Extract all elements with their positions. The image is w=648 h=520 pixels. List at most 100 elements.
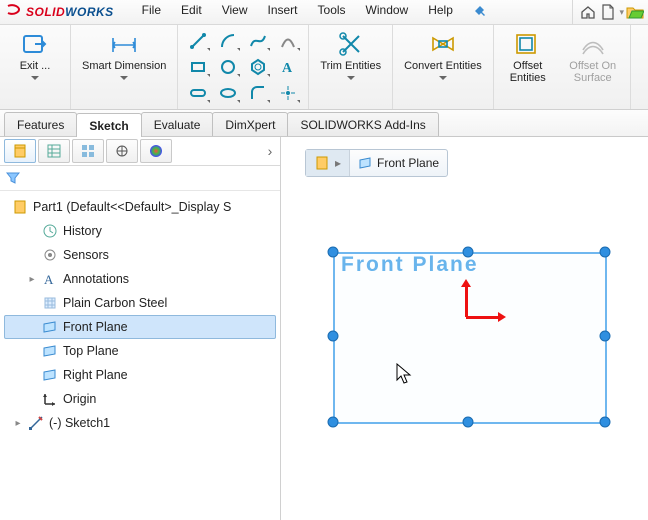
circle-tool-icon[interactable] — [214, 55, 242, 79]
breadcrumb-plane-label: Front Plane — [377, 156, 439, 170]
tree-item-right-plane[interactable]: Right Plane — [4, 363, 276, 387]
plane-icon — [358, 156, 372, 170]
home-icon[interactable] — [579, 3, 597, 21]
fm-tab-display[interactable] — [140, 139, 172, 163]
spline-tool-icon[interactable] — [244, 29, 272, 53]
point-tool-icon[interactable] — [274, 81, 302, 105]
tree-item-label: (-) Sketch1 — [49, 416, 110, 430]
tree-item-plain-carbon-steel[interactable]: Plain Carbon Steel — [4, 291, 276, 315]
handle-icon[interactable] — [328, 331, 339, 342]
text-tool-icon[interactable]: A — [274, 55, 302, 79]
tab-evaluate[interactable]: Evaluate — [141, 112, 214, 136]
chevron-down-icon — [439, 76, 447, 80]
tab-sketch[interactable]: Sketch — [76, 113, 141, 137]
handle-icon[interactable] — [328, 417, 339, 428]
tab-dimxpert[interactable]: DimXpert — [212, 112, 288, 136]
tree-item-top-plane[interactable]: Top Plane — [4, 339, 276, 363]
logo-text: SOLIDWORKS — [26, 5, 114, 19]
handle-icon[interactable] — [328, 247, 339, 258]
offset-on-surface-label: Offset On Surface — [567, 60, 619, 84]
tree-item--sketch1[interactable]: ▸ (-) Sketch1 — [4, 411, 276, 435]
open-icon[interactable] — [626, 3, 644, 21]
expand-caret-icon[interactable]: ▸ — [13, 418, 23, 429]
breadcrumb-chip[interactable]: ▸ Front Plane — [305, 149, 448, 177]
origin-icon — [41, 390, 59, 408]
fm-tab-property[interactable] — [38, 139, 70, 163]
command-tabs: Features Sketch Evaluate DimXpert SOLIDW… — [0, 110, 648, 137]
menu-view[interactable]: View — [212, 0, 258, 25]
fm-tab-dimxpert[interactable] — [106, 139, 138, 163]
menu-bar: File Edit View Insert Tools Window Help — [132, 0, 501, 25]
handle-icon[interactable] — [463, 417, 474, 428]
rectangle-tool-icon[interactable] — [184, 55, 212, 79]
feature-tree: Part1 (Default<<Default>_Display S Histo… — [0, 191, 280, 520]
breadcrumb-plane[interactable]: Front Plane — [350, 150, 447, 176]
feature-manager-tabs: › — [0, 137, 280, 166]
expand-caret-icon[interactable]: ▸ — [27, 274, 37, 285]
slot-tool-icon[interactable] — [184, 81, 212, 105]
feature-filter[interactable] — [0, 166, 280, 191]
fm-expand-button[interactable]: › — [260, 143, 280, 159]
pin-icon[interactable] — [463, 0, 501, 25]
handle-icon[interactable] — [463, 247, 474, 258]
handle-icon[interactable] — [600, 247, 611, 258]
tree-item-label: Plain Carbon Steel — [63, 296, 167, 310]
tree-item-label: Right Plane — [63, 368, 128, 382]
tab-features[interactable]: Features — [4, 112, 77, 136]
sketch-icon — [27, 414, 45, 432]
menu-edit[interactable]: Edit — [171, 0, 212, 25]
convert-entities-label: Convert Entities — [404, 60, 482, 72]
ellipse-tool-icon[interactable] — [214, 81, 242, 105]
fm-tab-config[interactable] — [72, 139, 104, 163]
tree-root[interactable]: Part1 (Default<<Default>_Display S — [4, 195, 276, 219]
tree-item-sensors[interactable]: Sensors — [4, 243, 276, 267]
tree-item-origin[interactable]: Origin — [4, 387, 276, 411]
ribbon-group-dimension: Smart Dimension — [71, 25, 178, 109]
chevron-down-icon — [347, 76, 355, 80]
new-doc-icon[interactable] — [599, 3, 617, 21]
plane-icon — [41, 318, 59, 336]
smart-dimension-label: Smart Dimension — [82, 60, 166, 72]
filter-icon — [6, 171, 20, 185]
polygon-tool-icon[interactable] — [244, 55, 272, 79]
arc-tool-icon[interactable] — [214, 29, 242, 53]
menu-help[interactable]: Help — [418, 0, 463, 25]
fillet-tool-icon[interactable] — [244, 81, 272, 105]
exit-sketch-label: Exit ... — [20, 60, 51, 72]
menu-window[interactable]: Window — [356, 0, 419, 25]
tree-item-annotations[interactable]: ▸AAnnotations — [4, 267, 276, 291]
tree-item-label: Sensors — [63, 248, 109, 262]
tree-item-label: Annotations — [63, 272, 129, 286]
plane-boundary[interactable] — [333, 252, 607, 424]
exit-sketch-button[interactable]: Exit ... — [7, 29, 63, 83]
menu-insert[interactable]: Insert — [258, 0, 308, 25]
conic-tool-icon[interactable] — [274, 29, 302, 53]
trim-entities-button[interactable]: Trim Entities — [315, 29, 386, 83]
tree-item-front-plane[interactable]: Front Plane — [4, 315, 276, 339]
handle-icon[interactable] — [600, 417, 611, 428]
graphics-area[interactable]: ▸ Front Plane Front Plane — [281, 137, 648, 520]
convert-entities-button[interactable]: Convert Entities — [399, 29, 487, 83]
chevron-down-icon — [120, 76, 128, 80]
offset-entities-button[interactable]: Offset Entities — [500, 29, 556, 87]
line-tool-icon[interactable] — [184, 29, 212, 53]
app-logo: SOLIDWORKS — [0, 3, 122, 22]
trim-entities-label: Trim Entities — [320, 60, 381, 72]
material-icon — [41, 294, 59, 312]
ribbon-group-convert: Convert Entities — [393, 25, 494, 109]
handle-icon[interactable] — [600, 331, 611, 342]
fm-tab-tree[interactable] — [4, 139, 36, 163]
sensors-icon — [41, 246, 59, 264]
tab-addins[interactable]: SOLIDWORKS Add-Ins — [287, 112, 438, 136]
smart-dimension-button[interactable]: Smart Dimension — [77, 29, 171, 83]
dropdown-caret-icon[interactable]: ▾ — [619, 7, 624, 18]
title-quick-access: ▾ — [572, 0, 648, 24]
tree-item-label: History — [63, 224, 102, 238]
tree-item-history[interactable]: History — [4, 219, 276, 243]
cursor-icon — [396, 363, 414, 388]
ribbon-group-sketch-tools: A — [178, 25, 309, 109]
feature-manager-panel: › Part1 (Default<<Default>_Display S His… — [0, 137, 281, 520]
menu-tools[interactable]: Tools — [308, 0, 356, 25]
breadcrumb-root-icon[interactable]: ▸ — [306, 150, 349, 176]
menu-file[interactable]: File — [132, 0, 171, 25]
